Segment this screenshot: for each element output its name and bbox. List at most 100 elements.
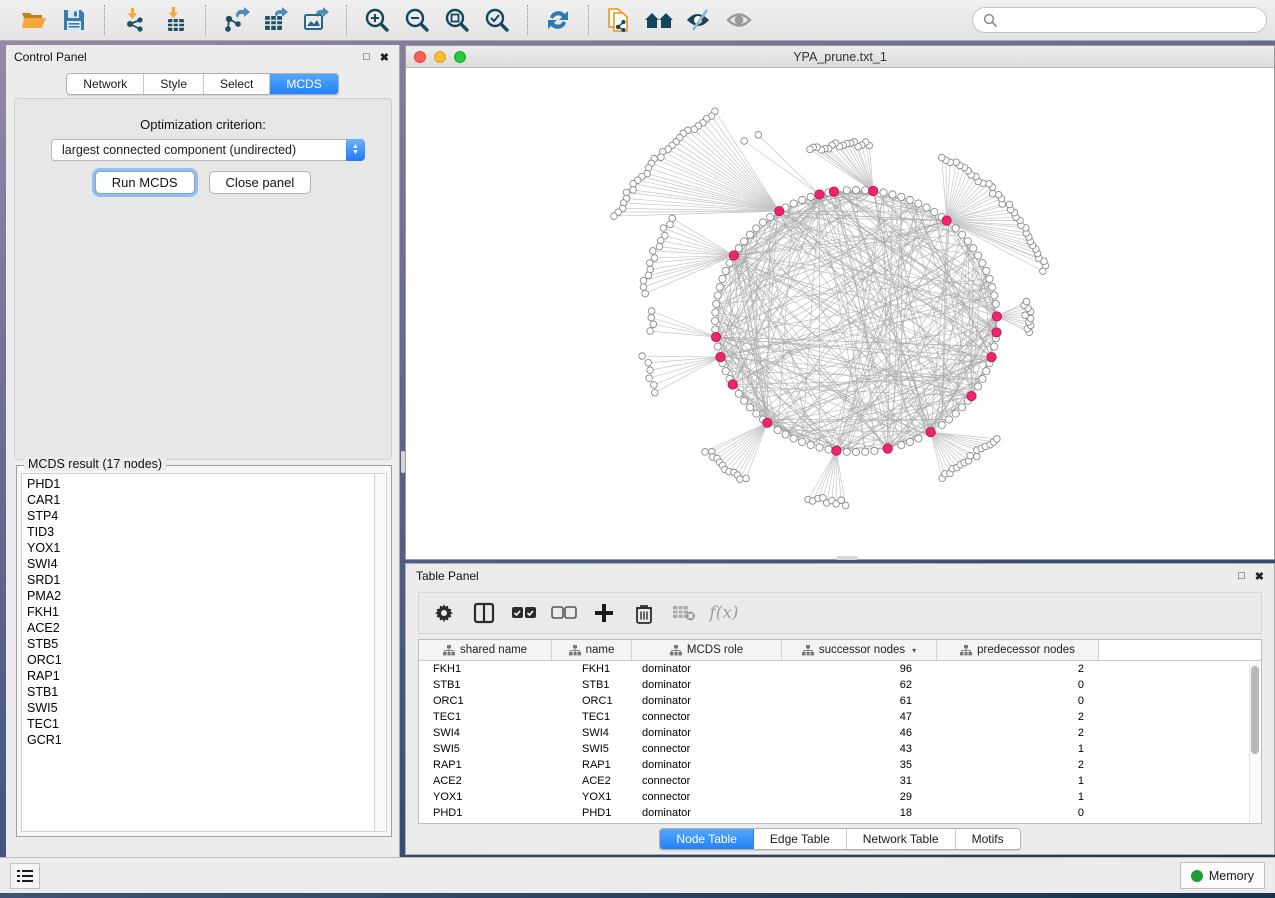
graph-node[interactable] <box>970 245 977 252</box>
column-header-predecessor-nodes[interactable]: predecessor nodes <box>937 640 1099 660</box>
graph-node[interactable] <box>774 426 781 433</box>
graph-leaf-node[interactable] <box>995 191 1002 198</box>
graph-node[interactable] <box>714 343 721 350</box>
table-row[interactable]: STB1STB1dominator620 <box>419 677 1261 693</box>
table-vertical-scrollbar[interactable] <box>1249 662 1260 822</box>
mcds-result-item[interactable]: SWI4 <box>27 556 374 572</box>
mcds-result-item[interactable]: TID3 <box>27 524 374 540</box>
network-window-titlebar[interactable]: YPA_prune.txt_1 <box>406 46 1274 68</box>
graph-node[interactable] <box>798 196 805 203</box>
mcds-result-item[interactable]: CAR1 <box>27 492 374 508</box>
table-row[interactable]: ORC1ORC1dominator610 <box>419 693 1261 709</box>
graph-node[interactable] <box>952 225 959 232</box>
graph-hub-node[interactable] <box>728 380 737 389</box>
graph-node[interactable] <box>992 300 999 307</box>
graph-leaf-node[interactable] <box>623 189 630 196</box>
deselect-all-button[interactable] <box>549 598 579 628</box>
graph-hub-node[interactable] <box>926 427 935 436</box>
graph-node[interactable] <box>964 238 971 245</box>
table-row[interactable]: SWI4SWI4dominator462 <box>419 725 1261 741</box>
import-table-button[interactable] <box>155 4 195 36</box>
graph-leaf-node[interactable] <box>994 436 1001 443</box>
graph-leaf-node[interactable] <box>647 367 654 374</box>
table-row[interactable]: ACE2ACE2connector311 <box>419 773 1261 789</box>
graph-node[interactable] <box>790 200 797 207</box>
delete-column-button[interactable] <box>629 598 659 628</box>
graph-node[interactable] <box>991 292 998 299</box>
birdseye-view-button[interactable] <box>719 4 759 36</box>
float-panel-icon[interactable]: □ <box>363 51 370 63</box>
graph-node[interactable] <box>713 300 720 307</box>
graph-leaf-node[interactable] <box>642 290 649 297</box>
tab-select[interactable]: Select <box>204 74 270 94</box>
graph-node[interactable] <box>975 252 982 259</box>
graph-node[interactable] <box>862 187 869 194</box>
graph-node[interactable] <box>843 448 850 455</box>
graph-hub-node[interactable] <box>987 353 996 362</box>
export-table-button[interactable] <box>256 4 296 36</box>
graph-leaf-node[interactable] <box>651 389 658 396</box>
zoom-in-button[interactable] <box>357 4 397 36</box>
graph-node[interactable] <box>938 421 945 428</box>
graph-node[interactable] <box>906 196 913 203</box>
graph-leaf-node[interactable] <box>656 243 663 250</box>
graph-leaf-node[interactable] <box>648 308 655 315</box>
graph-node[interactable] <box>741 238 748 245</box>
export-image-button[interactable] <box>296 4 336 36</box>
graph-leaf-node[interactable] <box>967 452 974 459</box>
mcds-result-list[interactable]: PHD1CAR1STP4TID3YOX1SWI4SRD1PMA2FKH1ACE2… <box>21 473 375 832</box>
column-layout-button[interactable] <box>469 598 499 628</box>
zoom-out-button[interactable] <box>397 4 437 36</box>
table-settings-button[interactable] <box>429 598 459 628</box>
column-header-successor-nodes[interactable]: successor nodes▾ <box>782 640 937 660</box>
graph-leaf-node[interactable] <box>667 221 674 228</box>
graph-hub-node[interactable] <box>716 353 725 362</box>
table-row[interactable]: YOX1YOX1connector291 <box>419 789 1261 805</box>
graph-node[interactable] <box>979 375 986 382</box>
mcds-result-item[interactable]: STP4 <box>27 508 374 524</box>
mcds-result-item[interactable]: ORC1 <box>27 652 374 668</box>
graph-node[interactable] <box>816 444 823 451</box>
graph-hub-node[interactable] <box>832 446 841 455</box>
graph-leaf-node[interactable] <box>807 146 814 153</box>
table-tab-network-table[interactable]: Network Table <box>847 829 956 849</box>
graph-leaf-node[interactable] <box>657 237 664 244</box>
graph-hub-node[interactable] <box>942 216 951 225</box>
mcds-result-item[interactable]: YOX1 <box>27 540 374 556</box>
graph-node[interactable] <box>979 259 986 266</box>
graph-leaf-node[interactable] <box>649 248 656 255</box>
table-row[interactable]: RAP1RAP1dominator352 <box>419 757 1261 773</box>
mcds-result-item[interactable]: PHD1 <box>27 476 374 492</box>
optimization-criterion-dropdown[interactable]: largest connected component (undirected)… <box>51 139 365 161</box>
mcds-result-item[interactable]: STB5 <box>27 636 374 652</box>
graph-leaf-node[interactable] <box>737 476 744 483</box>
graph-leaf-node[interactable] <box>755 132 762 139</box>
graph-leaf-node[interactable] <box>702 449 709 456</box>
clone-network-button[interactable] <box>599 4 639 36</box>
select-all-button[interactable] <box>509 598 539 628</box>
graph-node[interactable] <box>958 404 965 411</box>
graph-hub-node[interactable] <box>992 312 1001 321</box>
zoom-fit-button[interactable] <box>437 4 477 36</box>
graph-node[interactable] <box>714 292 721 299</box>
close-panel-icon[interactable]: ✖ <box>380 51 389 64</box>
graph-hub-node[interactable] <box>992 328 1001 337</box>
graph-node[interactable] <box>735 245 742 252</box>
graph-node[interactable] <box>945 416 952 423</box>
mcds-result-item[interactable]: ACE2 <box>27 620 374 636</box>
table-row[interactable]: FKH1FKH1dominator962 <box>419 661 1261 677</box>
graph-node[interactable] <box>726 259 733 266</box>
graph-node[interactable] <box>825 446 832 453</box>
mcds-list-scrollbar[interactable] <box>375 473 387 832</box>
graph-node[interactable] <box>989 283 996 290</box>
graph-hub-node[interactable] <box>775 207 784 216</box>
graph-leaf-node[interactable] <box>639 353 646 360</box>
graph-leaf-node[interactable] <box>938 154 945 161</box>
graph-leaf-node[interactable] <box>650 321 657 328</box>
graph-node[interactable] <box>852 186 859 193</box>
graph-node[interactable] <box>719 275 726 282</box>
graph-node[interactable] <box>915 435 922 442</box>
graph-node[interactable] <box>975 383 982 390</box>
graph-node[interactable] <box>735 390 742 397</box>
graph-node[interactable] <box>843 187 850 194</box>
